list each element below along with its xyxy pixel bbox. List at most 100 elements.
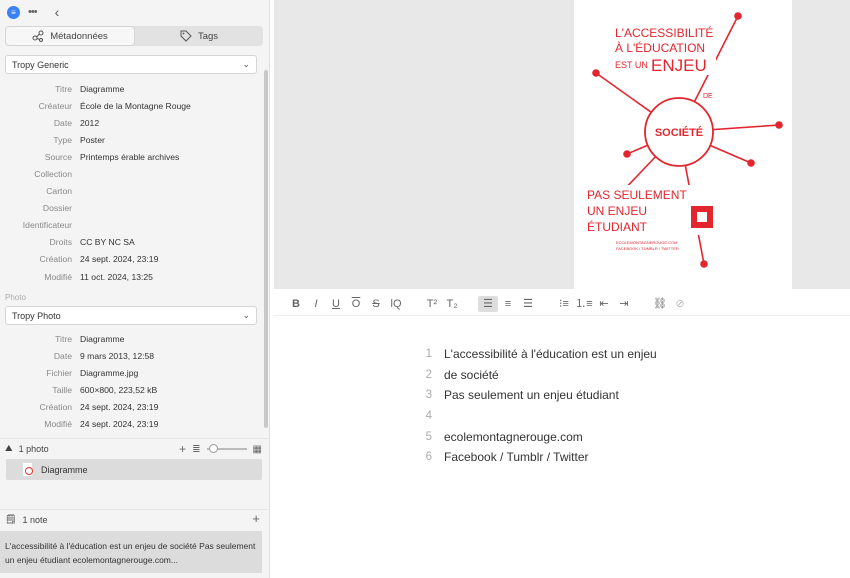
- note-editor[interactable]: 1 L'accessibilité à l'éducation est un en…: [420, 344, 657, 468]
- metadata-field-label: Création: [39, 254, 72, 265]
- metadata-field-value[interactable]: CC BY NC SA: [80, 237, 135, 247]
- note-line[interactable]: 3 Pas seulement un enjeu étudiant: [420, 385, 657, 406]
- strikethrough-button[interactable]: S: [366, 296, 386, 312]
- back-icon[interactable]: ‹: [55, 4, 60, 20]
- metadata-field[interactable]: Identificateur: [0, 217, 262, 234]
- line-number: 1: [425, 348, 432, 361]
- list-view-icon[interactable]: ≣: [192, 444, 200, 455]
- metadata-field[interactable]: Modifié 11 oct. 2024, 13:25: [0, 268, 262, 285]
- grid-view-icon[interactable]: ▦: [253, 444, 262, 455]
- metadata-field-value[interactable]: 11 oct. 2024, 13:25: [80, 272, 153, 282]
- metadata-field-label: Droits: [49, 237, 72, 248]
- metadata-field[interactable]: Créateur École de la Montagne Rouge: [0, 97, 262, 114]
- note-list-item[interactable]: L'accessibilité à l'éducation est un enj…: [0, 531, 262, 573]
- poster-footer-1: ECOLEMONTAGNEROUGE.COM: [616, 240, 678, 245]
- metadata-field-value[interactable]: École de la Montagne Rouge: [80, 101, 191, 111]
- sidebar: ≡ ••• ‹ Métadonnées Tags Tropy Generic ⌄…: [0, 0, 270, 578]
- notes-count: 1 note: [22, 514, 48, 525]
- metadata-field-value[interactable]: Diagramme: [80, 334, 124, 344]
- metadata-field-value[interactable]: Diagramme: [80, 84, 124, 94]
- note-editor-toolbar: B I U O S lQ T² T₂ ☰ ≡ ☰ ⁝≡ ⒈≡ ⇤ ⇥ ⛓ ⊘: [274, 292, 850, 316]
- metadata-field[interactable]: Date 9 mars 2013, 12:58: [0, 347, 262, 364]
- metadata-field-label: Collection: [34, 169, 72, 180]
- underline-button[interactable]: U: [326, 296, 346, 312]
- indent-icon[interactable]: ⇥: [614, 296, 634, 312]
- photo-thumbnail: [22, 462, 33, 477]
- blockquote-button[interactable]: lQ: [386, 296, 406, 312]
- poster-line-1: L'ACCESSIBILITÉ: [615, 25, 713, 40]
- chevron-down-icon: ⌄: [242, 310, 250, 320]
- subscript-button[interactable]: T₂: [442, 296, 462, 312]
- item-template-select[interactable]: Tropy Generic ⌄: [5, 55, 257, 74]
- metadata-field-value[interactable]: Poster: [80, 135, 105, 145]
- metadata-icon: [32, 30, 44, 42]
- note-line-text[interactable]: Facebook / Tumblr / Twitter: [444, 450, 589, 464]
- metadata-field-value[interactable]: 24 sept. 2024, 23:19: [80, 402, 158, 412]
- poster-image: L'ACCESSIBILITÉ À L'ÉDUCATION EST UN ENJ…: [574, 0, 792, 289]
- overline-button[interactable]: O: [346, 296, 366, 312]
- metadata-field[interactable]: Collection: [0, 165, 262, 182]
- photo-viewer[interactable]: L'ACCESSIBILITÉ À L'ÉDUCATION EST UN ENJ…: [274, 0, 850, 289]
- metadata-field-label: Carton: [46, 186, 72, 197]
- metadata-field-label: Titre: [55, 333, 72, 344]
- metadata-field[interactable]: Type Poster: [0, 131, 262, 148]
- poster-graphic: L'ACCESSIBILITÉ À L'ÉDUCATION EST UN ENJ…: [586, 12, 783, 268]
- metadata-field[interactable]: Titre Diagramme: [0, 80, 262, 97]
- metadata-field-label: Titre: [55, 83, 72, 94]
- note-line[interactable]: 5 ecolemontagnerouge.com: [420, 426, 657, 447]
- align-right-icon[interactable]: ☰: [518, 296, 538, 312]
- metadata-field-value[interactable]: 24 sept. 2024, 23:19: [80, 254, 158, 264]
- metadata-field-value[interactable]: Printemps érable archives: [80, 152, 179, 162]
- metadata-scrollbar[interactable]: [264, 70, 268, 428]
- metadata-field-value[interactable]: 2012: [80, 118, 99, 128]
- note-line-text[interactable]: L'accessibilité à l'éducation est un enj…: [444, 347, 657, 361]
- photo-item-title: Diagramme: [41, 464, 88, 475]
- metadata-field[interactable]: Taille 600×800, 223,52 kB: [0, 381, 262, 398]
- zoom-slider[interactable]: [206, 444, 247, 453]
- outdent-icon[interactable]: ⇤: [594, 296, 614, 312]
- metadata-field[interactable]: Fichier Diagramme.jpg: [0, 364, 262, 381]
- tab-tags[interactable]: Tags: [135, 26, 263, 46]
- metadata-field[interactable]: Création 24 sept. 2024, 23:19: [0, 251, 262, 268]
- unlink-icon[interactable]: ⊘: [670, 296, 690, 312]
- note-line-text[interactable]: Pas seulement un enjeu étudiant: [444, 388, 619, 402]
- numbered-list-icon[interactable]: ⒈≡: [574, 296, 594, 312]
- bold-button[interactable]: B: [286, 296, 306, 312]
- metadata-field-value[interactable]: 24 sept. 2024, 23:19: [80, 419, 158, 429]
- metadata-field-value[interactable]: 600×800, 223,52 kB: [80, 385, 157, 395]
- metadata-field[interactable]: Date 2012: [0, 114, 262, 131]
- photo-template-select[interactable]: Tropy Photo ⌄: [5, 306, 257, 325]
- superscript-button[interactable]: T²: [422, 296, 442, 312]
- add-note-icon[interactable]: +: [252, 511, 260, 526]
- metadata-field[interactable]: Carton: [0, 183, 262, 200]
- app-menu-icon[interactable]: ≡: [7, 5, 20, 19]
- metadata-field-label: Identificateur: [22, 220, 72, 231]
- align-left-icon[interactable]: ☰: [478, 295, 498, 312]
- align-center-icon[interactable]: ≡: [498, 296, 518, 312]
- note-line[interactable]: 1 L'accessibilité à l'éducation est un en…: [420, 344, 657, 365]
- metadata-field[interactable]: Titre Diagramme: [0, 330, 262, 347]
- note-line-text[interactable]: de société: [444, 368, 499, 382]
- note-line[interactable]: 6 Facebook / Tumblr / Twitter: [420, 447, 657, 468]
- italic-button[interactable]: I: [306, 296, 326, 312]
- note-line[interactable]: 2 de société: [420, 365, 657, 386]
- line-number: 3: [425, 389, 432, 402]
- note-line[interactable]: 4: [420, 406, 657, 427]
- metadata-field[interactable]: Création 24 sept. 2024, 23:19: [0, 398, 262, 415]
- metadata-field-value[interactable]: 9 mars 2013, 12:58: [80, 351, 154, 361]
- metadata-field[interactable]: Dossier: [0, 200, 262, 217]
- more-icon[interactable]: •••: [28, 6, 38, 18]
- link-icon[interactable]: ⛓: [650, 296, 670, 312]
- tab-metadata[interactable]: Métadonnées: [5, 26, 135, 46]
- metadata-field[interactable]: Modifié 24 sept. 2024, 23:19: [0, 415, 262, 432]
- bullet-list-icon[interactable]: ⁝≡: [554, 296, 574, 312]
- metadata-field-value[interactable]: Diagramme.jpg: [80, 368, 138, 378]
- poster-line-3-small: EST UN: [615, 60, 648, 70]
- metadata-field[interactable]: Droits CC BY NC SA: [0, 234, 262, 251]
- metadata-field[interactable]: Source Printemps érable archives: [0, 148, 262, 165]
- photo-list-item[interactable]: Diagramme: [6, 459, 262, 480]
- add-photo-icon[interactable]: +: [179, 442, 186, 456]
- notes-header: 🗒 1 note +: [0, 509, 268, 529]
- zoom-slider-knob[interactable]: [208, 444, 218, 453]
- note-line-text[interactable]: ecolemontagnerouge.com: [444, 430, 583, 444]
